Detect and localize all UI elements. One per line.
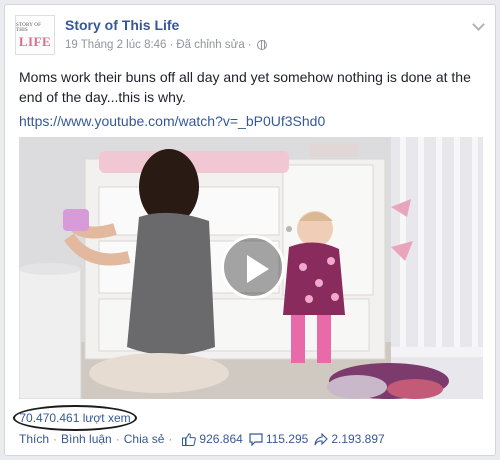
post-card: STORY OF THIS LIFE Story of This Life 19… [4,4,496,456]
share-count-value: 2.193.897 [331,432,385,446]
post-link[interactable]: https://www.youtube.com/watch?v=_bP0Uf3S… [19,113,325,129]
comment-link[interactable]: Bình luận [61,432,112,446]
page-avatar[interactable]: STORY OF THIS LIFE [15,15,55,55]
meta-separator-2: · [247,39,252,51]
thumbs-up-icon [182,432,197,446]
action-separator: · [53,432,58,446]
avatar-logo-main: LIFE [18,33,52,49]
action-separator: · [168,432,173,446]
like-count[interactable]: 926.864 [182,432,243,446]
post-text: Moms work their buns off all day and yet… [19,69,471,105]
comment-count-value: 115.295 [265,432,309,446]
like-count-value: 926.864 [199,432,243,446]
post-meta: 19 Tháng 2 lúc 8:46 · Đã chỉnh sửa · [65,39,267,51]
comment-icon [249,432,263,446]
globe-icon [256,40,267,50]
video-player[interactable] [19,137,483,399]
meta-separator: · [169,39,174,51]
action-bar: Thích · Bình luận · Chia sẻ · 926.864 11… [19,432,385,446]
play-icon[interactable] [221,235,285,299]
comment-count[interactable]: 115.295 [249,432,309,446]
chevron-down-icon[interactable] [471,19,485,33]
view-count-text: 70.470.461 lượt xem [19,411,131,425]
view-count: 70.470.461 lượt xem [13,405,137,431]
share-icon [314,432,329,445]
edited-label[interactable]: Đã chỉnh sửa [176,39,244,51]
share-link[interactable]: Chia sẻ [124,432,165,446]
like-link[interactable]: Thích [19,432,49,446]
action-separator: · [115,432,120,446]
post-header: STORY OF THIS LIFE Story of This Life 19… [15,15,485,59]
post-timestamp[interactable]: 19 Tháng 2 lúc 8:46 [65,39,166,51]
page-name-link[interactable]: Story of This Life [65,17,179,33]
share-count[interactable]: 2.193.897 [314,432,385,446]
avatar-logo-top: STORY OF THIS [16,22,42,33]
